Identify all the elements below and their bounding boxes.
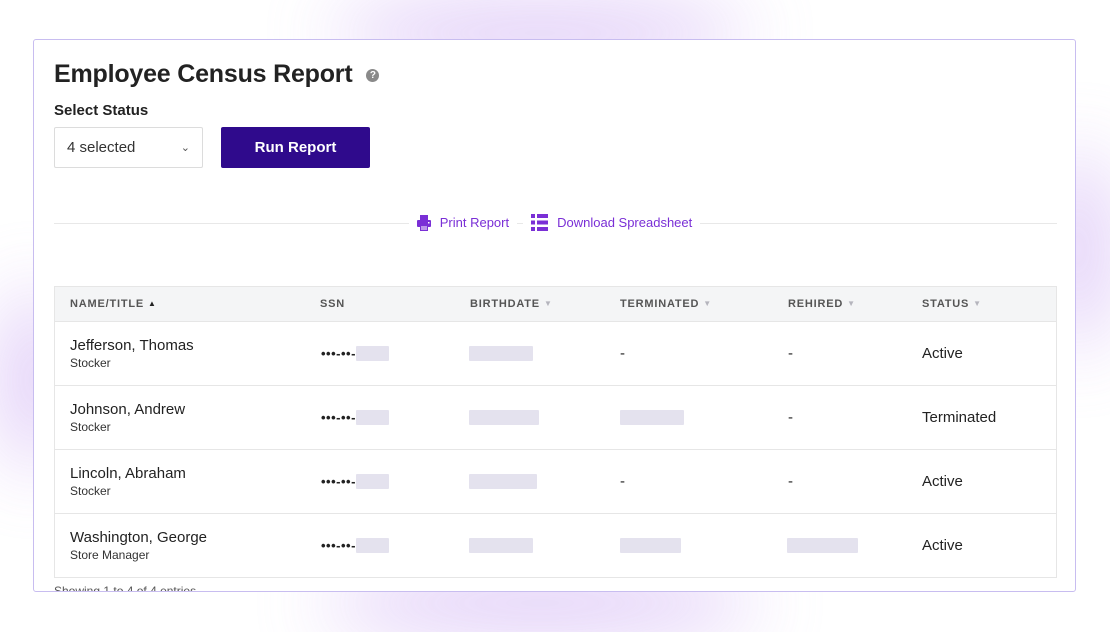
download-spreadsheet-link[interactable]: Download Spreadsheet xyxy=(523,214,701,231)
printer-icon xyxy=(416,214,431,231)
question-circle-icon[interactable]: ? xyxy=(366,69,380,82)
redacted-value xyxy=(469,410,539,425)
employee-title: Store Manager xyxy=(70,547,150,562)
sort-desc-icon: ▼ xyxy=(543,299,553,308)
birthdate-cell xyxy=(469,514,533,577)
table-row: Lincoln, Abraham Stocker •••-••- - - Act… xyxy=(55,450,1056,514)
sort-desc-icon: ▼ xyxy=(847,299,856,308)
ssn-mask: •••-••- xyxy=(321,474,356,489)
status-cell: Active xyxy=(922,473,963,490)
redacted-value xyxy=(787,538,858,553)
column-header-ssn: SSN xyxy=(320,298,346,310)
print-report-link[interactable]: Print Report xyxy=(408,214,518,231)
employee-title: Stocker xyxy=(70,355,111,370)
column-header-terminated[interactable]: TERMINATED ▼ xyxy=(620,287,712,321)
sort-asc-icon: ▲ xyxy=(148,299,157,308)
column-header-status[interactable]: STATUS ▼ xyxy=(922,287,982,321)
census-table: NAME/TITLE ▲ SSN BIRTHDATE ▼ TERMINATED ▼ R… xyxy=(54,286,1057,578)
entries-info: Showing 1 to 4 of 4 entries xyxy=(54,584,197,592)
ssn-mask: •••-••- xyxy=(321,346,356,361)
table-row: Johnson, Andrew Stocker •••-••- - Termin… xyxy=(55,386,1056,450)
redacted-value xyxy=(355,410,389,425)
run-report-button[interactable]: Run Report xyxy=(221,127,370,168)
redacted-value xyxy=(469,346,533,361)
employee-name: Johnson, Andrew xyxy=(70,400,186,418)
birthdate-cell xyxy=(469,322,533,385)
page-title: Employee Census Report xyxy=(54,60,353,88)
birthdate-cell xyxy=(469,450,537,513)
ssn-cell: •••-••- xyxy=(321,386,389,449)
redacted-value xyxy=(355,538,389,553)
list-icon xyxy=(531,214,549,231)
terminated-cell xyxy=(620,386,684,449)
terminated-cell: - xyxy=(620,473,625,490)
employee-title: Stocker xyxy=(70,483,111,498)
redacted-value xyxy=(620,410,684,425)
rehired-cell: - xyxy=(788,345,793,362)
redacted-value xyxy=(355,474,389,489)
terminated-cell xyxy=(620,514,681,577)
table-row: Jefferson, Thomas Stocker •••-••- - - Ac… xyxy=(55,322,1056,386)
redacted-value xyxy=(469,538,533,553)
ssn-mask: •••-••- xyxy=(321,410,356,425)
redacted-value xyxy=(469,474,537,489)
redacted-value xyxy=(620,538,681,553)
ssn-cell: •••-••- xyxy=(321,514,389,577)
name-title-cell: Washington, George Store Manager xyxy=(70,514,207,577)
employee-title: Stocker xyxy=(70,419,111,434)
report-actions: Print Report Download Spreadsheet xyxy=(34,214,1075,231)
print-report-label: Print Report xyxy=(439,215,510,230)
employee-name: Jefferson, Thomas xyxy=(70,336,194,354)
chevron-down-icon: ⌄ xyxy=(180,142,190,154)
status-cell: Active xyxy=(922,537,963,554)
name-title-cell: Jefferson, Thomas Stocker xyxy=(70,322,194,385)
ssn-cell: •••-••- xyxy=(321,450,389,513)
employee-name: Lincoln, Abraham xyxy=(70,464,186,482)
status-select-value: 4 selected xyxy=(67,139,136,156)
rehired-cell: - xyxy=(788,409,793,426)
sort-desc-icon: ▼ xyxy=(973,299,982,308)
column-header-birthdate[interactable]: BIRTHDATE ▼ xyxy=(470,287,553,321)
column-header-name-title[interactable]: NAME/TITLE ▲ xyxy=(70,287,157,321)
status-cell: Active xyxy=(922,345,963,362)
sort-desc-icon: ▼ xyxy=(703,299,713,308)
report-card: Employee Census Report ? Select Status 4… xyxy=(33,39,1076,592)
redacted-value xyxy=(355,346,389,361)
terminated-cell: - xyxy=(620,345,625,362)
name-title-cell: Johnson, Andrew Stocker xyxy=(70,386,185,449)
employee-name: Washington, George xyxy=(70,528,208,546)
status-filter-label: Select Status xyxy=(54,102,149,119)
rehired-cell xyxy=(787,514,858,577)
birthdate-cell xyxy=(469,386,539,449)
table-row: Washington, George Store Manager •••-••-… xyxy=(55,514,1056,577)
column-header-rehired[interactable]: REHIRED ▼ xyxy=(788,287,856,321)
rehired-cell: - xyxy=(788,473,793,490)
download-spreadsheet-label: Download Spreadsheet xyxy=(557,215,693,230)
title-row: Employee Census Report ? xyxy=(54,60,380,89)
table-header: NAME/TITLE ▲ SSN BIRTHDATE ▼ TERMINATED ▼ R… xyxy=(55,287,1056,322)
name-title-cell: Lincoln, Abraham Stocker xyxy=(70,450,186,513)
status-cell: Terminated xyxy=(922,409,997,426)
ssn-mask: •••-••- xyxy=(321,538,356,553)
status-select[interactable]: 4 selected ⌄ xyxy=(54,127,203,168)
ssn-cell: •••-••- xyxy=(321,322,389,385)
